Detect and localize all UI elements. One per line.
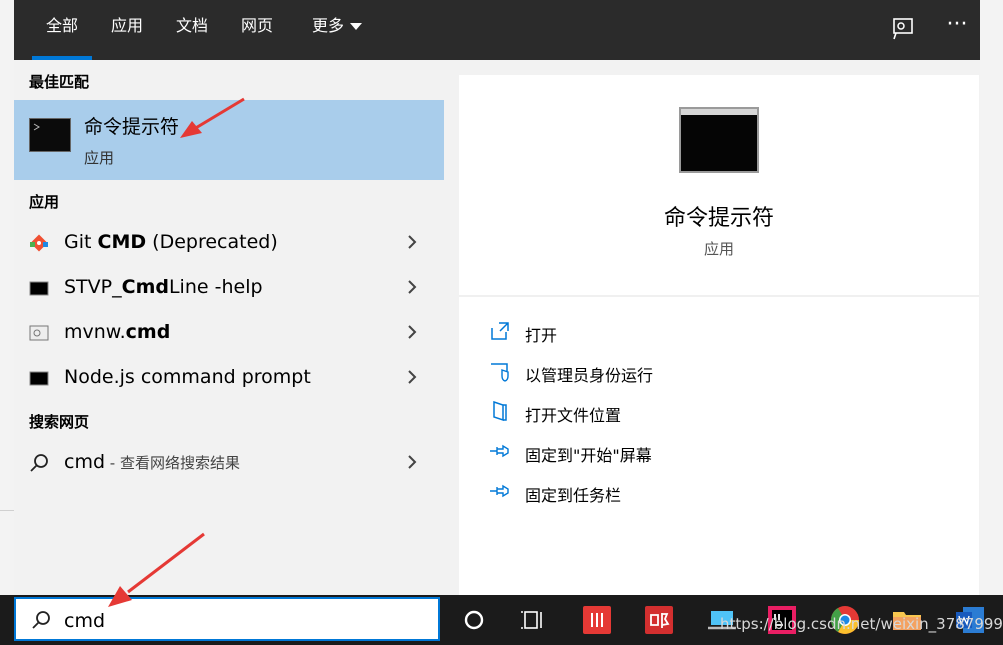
chevron-right-icon[interactable]	[402, 277, 422, 297]
cmd-icon	[29, 118, 71, 152]
list-item[interactable]: mvnw.cmd	[14, 310, 444, 355]
tab-apps[interactable]: 应用	[102, 0, 152, 60]
pin-icon	[490, 484, 509, 498]
list-item[interactable]: STVP_CmdLine -help	[14, 265, 444, 310]
search-filter-bar: 全部 应用 文档 网页 更多 ···	[14, 0, 980, 60]
web-search-item[interactable]: cmd - 查看网络搜索结果	[14, 440, 444, 485]
app-label: Node.js command prompt	[64, 366, 311, 388]
app-label-pre: mvnw.	[64, 321, 126, 343]
web-search-term: cmd	[64, 451, 106, 473]
chevron-right-icon[interactable]	[402, 367, 422, 387]
desktop-divider	[0, 510, 14, 511]
app-label: STVP_CmdLine -help	[64, 276, 263, 298]
detail-subtitle: 应用	[703, 240, 734, 258]
file-location-icon	[493, 400, 507, 422]
app-label-pre: Git	[64, 231, 98, 253]
action-label: 固定到任务栏	[525, 486, 622, 505]
best-match-subtitle: 应用	[84, 149, 115, 167]
app-label-match: cmd	[125, 321, 171, 343]
tab-web-label: 网页	[240, 16, 273, 35]
cortana-icon[interactable]	[457, 603, 491, 637]
action-pin-to-start[interactable]: 固定到"开始"屏幕	[489, 432, 959, 472]
script-icon	[29, 325, 49, 341]
email-icon[interactable]	[642, 603, 676, 637]
best-match-title: 命令提示符	[84, 116, 180, 138]
tab-more[interactable]: 更多	[302, 0, 372, 60]
tab-documents-label: 文档	[175, 16, 208, 35]
section-apps: 应用	[29, 193, 60, 211]
tab-all[interactable]: 全部	[32, 0, 92, 60]
section-best-match: 最佳匹配	[29, 73, 90, 91]
app-label-post: (Deprecated)	[146, 231, 278, 253]
app-label-match: Cmd	[121, 276, 169, 298]
app-label-pre: Node.js command prompt	[64, 366, 311, 388]
tab-all-label: 全部	[45, 16, 78, 35]
app-label: mvnw.cmd	[64, 321, 170, 343]
tab-web[interactable]: 网页	[232, 0, 282, 60]
app-label-pre: STVP_	[64, 276, 122, 298]
chevron-down-icon	[350, 23, 362, 30]
action-label: 打开文件位置	[525, 406, 622, 425]
list-item[interactable]: Git CMD (Deprecated)	[14, 220, 444, 265]
app-label: Git CMD (Deprecated)	[64, 231, 278, 253]
app-label-post: Line -help	[168, 276, 263, 298]
action-open-location[interactable]: 打开文件位置	[489, 392, 959, 432]
list-item[interactable]: Node.js command prompt	[14, 355, 444, 400]
action-label: 打开	[525, 326, 558, 345]
best-match-item[interactable]: 命令提示符 应用	[14, 100, 444, 180]
results-list: 最佳匹配 命令提示符 应用 应用 Git CMD (Deprecated) ST…	[14, 60, 444, 595]
action-label: 以管理员身份运行	[525, 366, 654, 385]
console-icon	[29, 281, 49, 296]
web-search-suffix: - 查看网络搜索结果	[105, 454, 240, 472]
git-icon	[30, 234, 48, 252]
more-options-icon[interactable]: ···	[942, 14, 972, 44]
taskbar: https://blog.csdn.net/weixin_37879993	[0, 595, 1003, 645]
chevron-right-icon[interactable]	[402, 452, 422, 472]
chevron-right-icon[interactable]	[402, 322, 422, 342]
detail-pane: 命令提示符 应用 打开 以管理员身份运行 打开文件位置 固定到"开始"屏幕 固定…	[459, 75, 979, 595]
screen: 全部 应用 文档 网页 更多 ··· 最佳匹配 命令提示符 应用 应用 Git …	[0, 0, 1003, 645]
desktop-left-strip	[0, 0, 14, 595]
admin-shield-icon	[491, 363, 509, 382]
action-open[interactable]: 打开	[489, 312, 959, 352]
action-run-as-admin[interactable]: 以管理员身份运行	[489, 352, 959, 392]
web-search-label: cmd - 查看网络搜索结果	[64, 451, 240, 473]
search-panel: 全部 应用 文档 网页 更多 ··· 最佳匹配 命令提示符 应用 应用 Git …	[14, 0, 980, 595]
chevron-right-icon[interactable]	[402, 232, 422, 252]
divider	[459, 295, 979, 297]
feedback-icon[interactable]	[888, 14, 918, 44]
cmd-icon	[679, 107, 759, 173]
section-web: 搜索网页	[29, 413, 90, 431]
task-view-icon[interactable]	[516, 603, 550, 637]
search-icon	[30, 454, 48, 472]
open-icon	[491, 322, 509, 340]
detail-title: 命令提示符	[663, 206, 774, 231]
tab-documents[interactable]: 文档	[167, 0, 217, 60]
console-icon	[29, 371, 49, 386]
search-input[interactable]	[62, 607, 426, 635]
tab-more-label: 更多	[311, 16, 344, 35]
app-label-match: CMD	[97, 231, 147, 253]
tab-apps-label: 应用	[110, 16, 143, 35]
action-pin-to-taskbar[interactable]: 固定到任务栏	[489, 472, 959, 512]
watermark-text: https://blog.csdn.net/weixin_37879993	[720, 615, 1003, 633]
pin-icon	[490, 444, 509, 458]
app-red-icon[interactable]	[580, 603, 614, 637]
action-label: 固定到"开始"屏幕	[525, 446, 652, 465]
search-icon	[32, 611, 50, 629]
search-box[interactable]	[14, 597, 440, 641]
desktop-right-strip	[980, 0, 1003, 595]
